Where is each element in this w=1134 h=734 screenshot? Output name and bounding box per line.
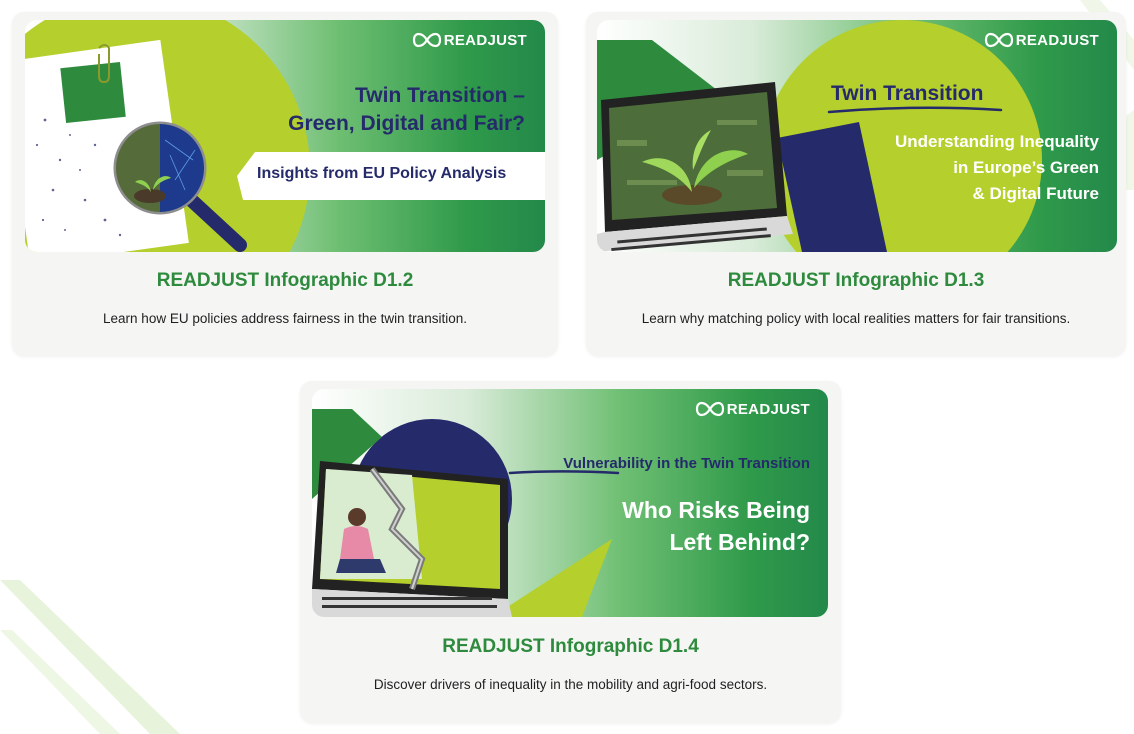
infographic-card-d1-3[interactable]: READJUST Twin Transition Understanding I… bbox=[586, 12, 1126, 356]
card-title[interactable]: READJUST Infographic D1.4 bbox=[300, 636, 841, 658]
infinity-logo-icon bbox=[695, 401, 724, 417]
card-description: Learn how EU policies address fairness i… bbox=[103, 311, 467, 326]
readjust-logo: READJUST bbox=[984, 30, 1099, 50]
infinity-logo-icon bbox=[412, 32, 441, 48]
banner-subheadline-line3: & Digital Future bbox=[972, 184, 1099, 203]
banner-subheadline-line2: in Europe’s Green bbox=[953, 158, 1099, 177]
card-description: Discover drivers of inequality in the mo… bbox=[373, 677, 768, 692]
banner-subheadline-line1: Who Risks Being bbox=[622, 497, 810, 523]
banner-image-d1-4[interactable]: READJUST Vulnerability in the Twin Trans… bbox=[312, 389, 828, 617]
infinity-logo-icon bbox=[984, 32, 1013, 48]
banner-headline-line1: Twin Transition – bbox=[355, 84, 525, 107]
background-stripes bbox=[0, 580, 180, 734]
banner-subheadline-line1: Understanding Inequality bbox=[894, 132, 1099, 151]
banner-image-d1-2[interactable]: READJUST Twin Transition – Green, Digita… bbox=[25, 20, 545, 252]
card-title[interactable]: READJUST Infographic D1.3 bbox=[586, 270, 1126, 292]
banner-headline: Twin Transition bbox=[831, 82, 984, 105]
readjust-logo: READJUST bbox=[412, 30, 527, 50]
banner-headline-rest: in the Twin Transition bbox=[652, 455, 810, 472]
banner-image-d1-3[interactable]: READJUST Twin Transition Understanding I… bbox=[597, 20, 1117, 252]
card-description: Learn why matching policy with local rea… bbox=[641, 311, 1071, 326]
banner-art bbox=[25, 20, 545, 252]
banner-headline-line2: Green, Digital and Fair? bbox=[288, 112, 525, 135]
infographic-card-d1-4[interactable]: READJUST Vulnerability in the Twin Trans… bbox=[300, 381, 841, 723]
banner-headline: Vulnerability in the Twin Transition bbox=[563, 455, 810, 472]
banner-subheadline-line2: Left Behind? bbox=[669, 529, 810, 555]
banner-subheadline: Insights from EU Policy Analysis bbox=[257, 165, 507, 182]
readjust-logo: READJUST bbox=[695, 399, 810, 419]
infographic-card-d1-2[interactable]: READJUST Twin Transition – Green, Digita… bbox=[12, 12, 558, 356]
card-title[interactable]: READJUST Infographic D1.2 bbox=[12, 270, 558, 292]
banner-headline-emphasis: Vulnerability bbox=[563, 455, 653, 472]
